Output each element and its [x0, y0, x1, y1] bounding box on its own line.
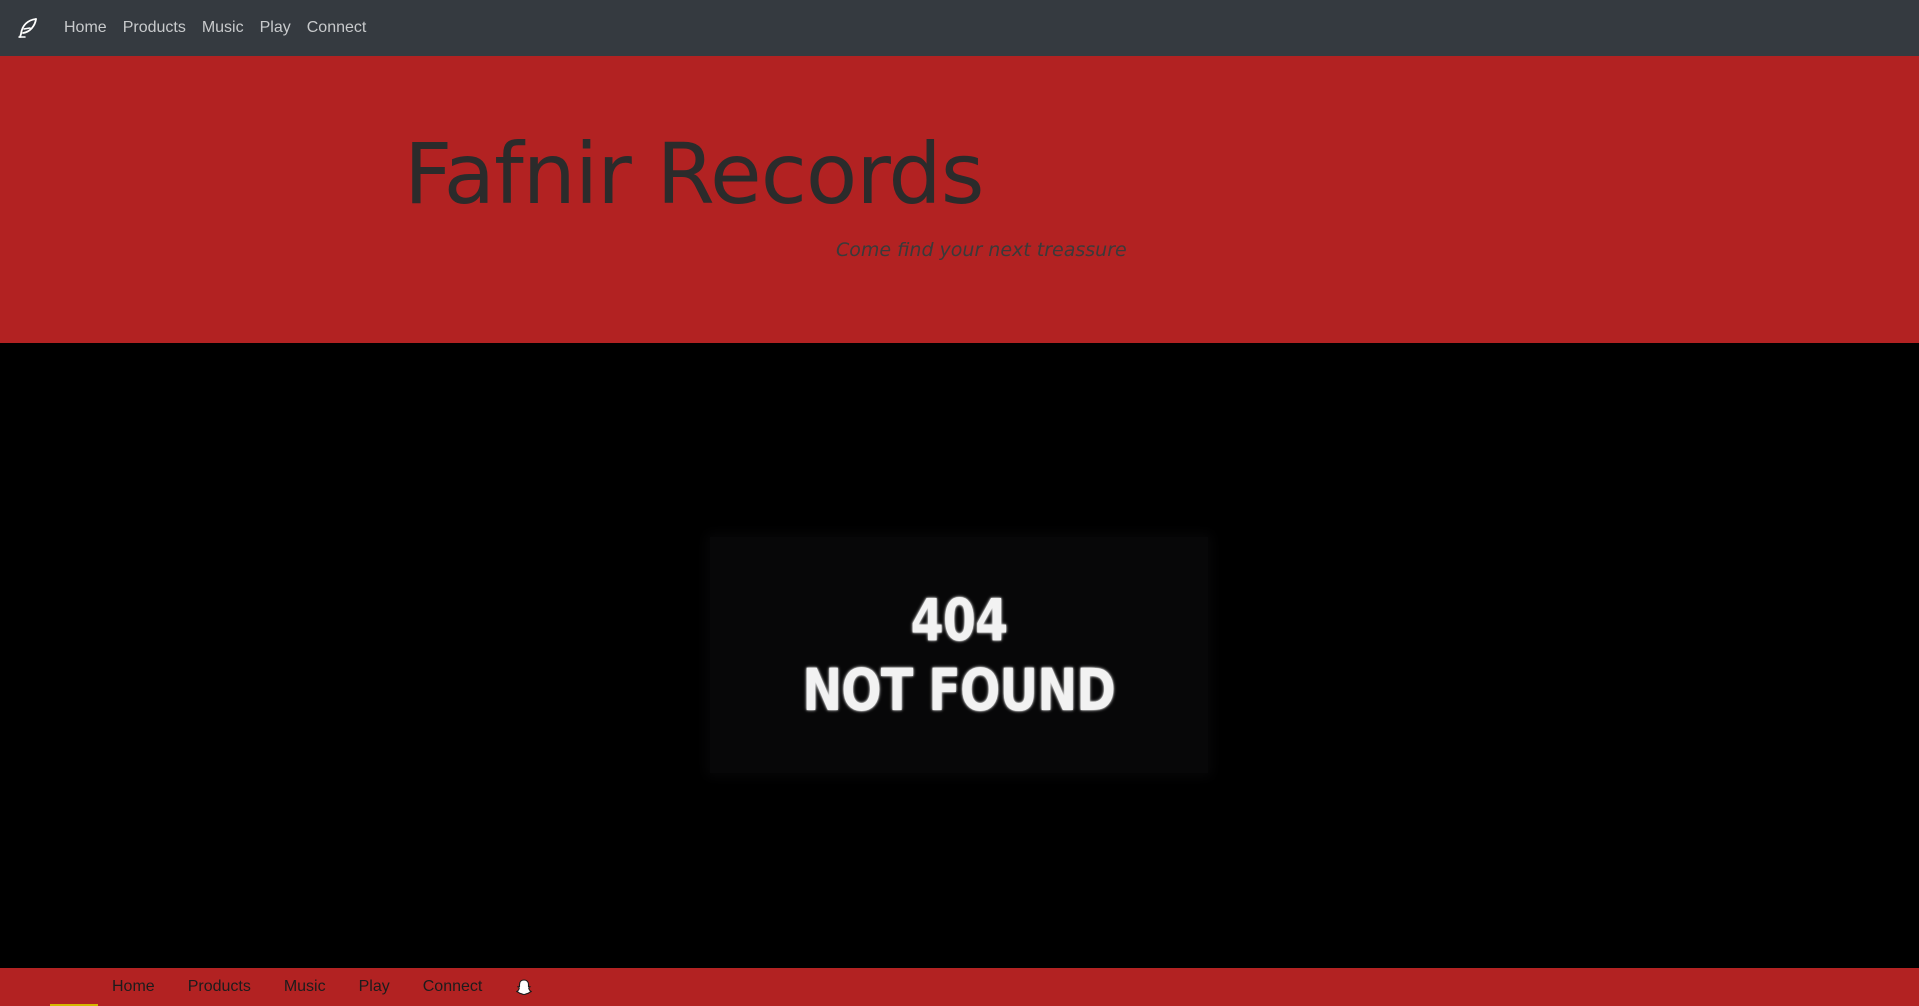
main-content: 404 NOT FOUND: [0, 343, 1919, 968]
site-tagline: Come find your next treassure: [836, 239, 1127, 261]
site-title: Fafnir Records: [404, 125, 984, 223]
page: Home Products Music Play Connect Fafnir …: [0, 0, 1919, 1006]
footer-music-link[interactable]: Music: [284, 978, 326, 996]
not-found-image: 404 NOT FOUND: [710, 537, 1208, 773]
footer-connect-link[interactable]: Connect: [423, 978, 483, 996]
nav-home-link[interactable]: Home: [64, 19, 107, 37]
snapchat-ghost-icon[interactable]: [515, 978, 533, 996]
footer-home-link[interactable]: Home: [112, 978, 155, 996]
footer-nav: Home Products Music Play Connect: [0, 968, 1919, 1006]
nav-products-link[interactable]: Products: [123, 19, 186, 37]
nav-connect-link[interactable]: Connect: [307, 19, 367, 37]
nav-play-link[interactable]: Play: [260, 19, 291, 37]
top-navbar: Home Products Music Play Connect: [0, 0, 1919, 56]
error-message: NOT FOUND: [802, 656, 1116, 724]
footer-links: Home Products Music Play Connect: [112, 978, 533, 996]
top-nav-links: Home Products Music Play Connect: [64, 19, 382, 37]
hero-banner: Fafnir Records Come find your next treas…: [0, 56, 1919, 343]
footer-products-link[interactable]: Products: [188, 978, 251, 996]
error-code: 404: [910, 586, 1009, 654]
nav-music-link[interactable]: Music: [202, 19, 244, 37]
feather-icon[interactable]: [14, 14, 42, 42]
footer-play-link[interactable]: Play: [359, 978, 390, 996]
